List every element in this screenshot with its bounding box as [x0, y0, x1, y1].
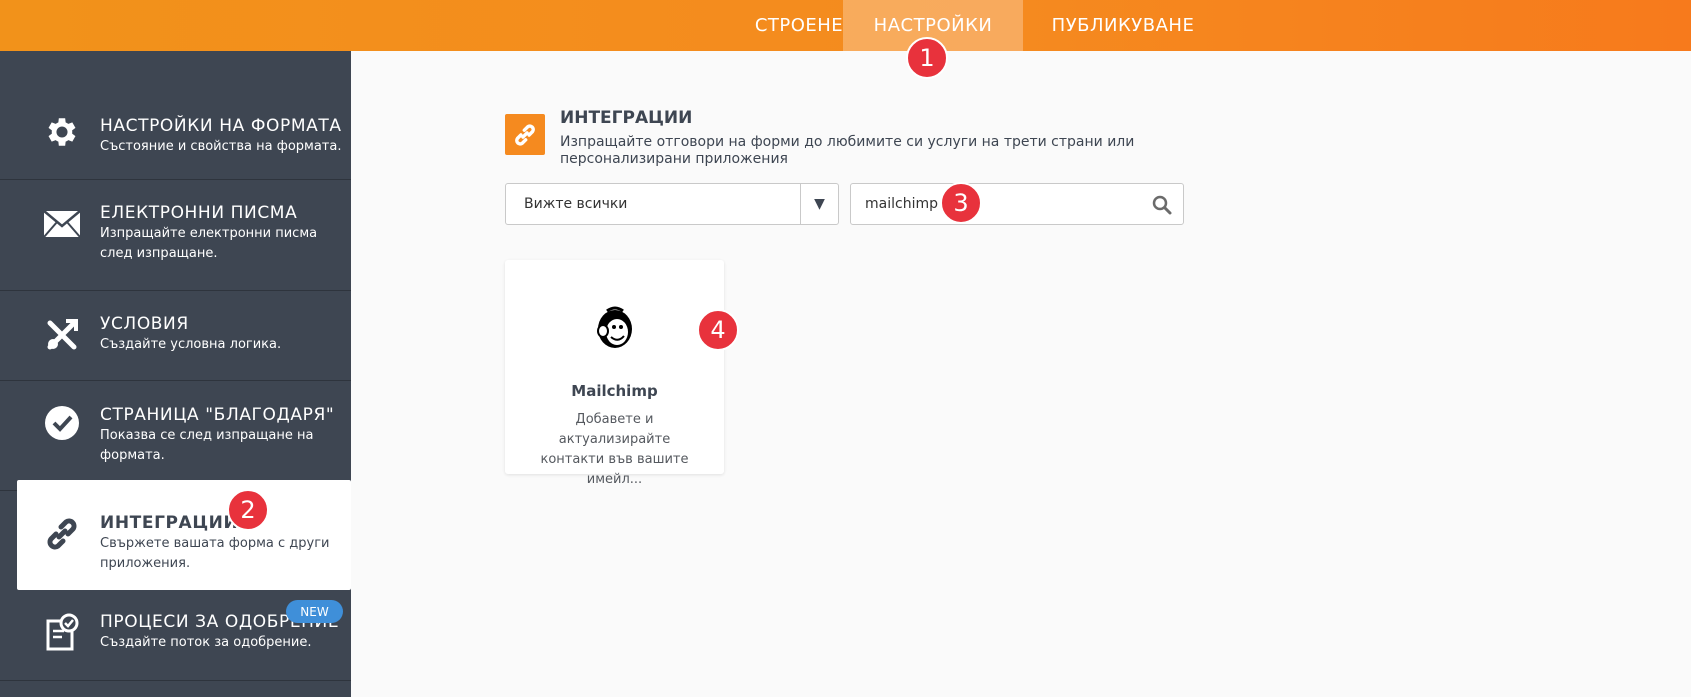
page-description: Изпращайте отговори на форми до любимите… [560, 134, 1135, 167]
annotation-marker-3: 3 [940, 182, 982, 224]
mailchimp-logo-icon [593, 305, 637, 351]
sidebar-item-desc: Състояние и свойства на формата. [100, 139, 342, 154]
select-value: Вижте всички [524, 196, 628, 212]
gear-icon [42, 112, 82, 152]
annotation-marker-4: 4 [697, 309, 739, 351]
approval-icon [42, 612, 82, 652]
annotation-marker-1: 1 [906, 37, 948, 79]
search-input[interactable] [865, 194, 1125, 214]
link-icon [42, 514, 82, 554]
sidebar-item-desc: Показва се след изпращане на формата. [100, 428, 314, 463]
sidebar-item-form-settings[interactable]: НАСТРОЙКИ НА ФОРМАТА Състояние и свойств… [0, 90, 351, 180]
sidebar-item-approval-flows[interactable]: ПРОЦЕСИ ЗА ОДОБРЕНИЕ Създайте поток за о… [0, 590, 351, 681]
dropdown-arrow-icon[interactable]: ▼ [800, 184, 838, 224]
sidebar-item-desc: Изпращайте електронни писма след изпраща… [100, 226, 318, 261]
annotation-marker-2: 2 [227, 489, 269, 531]
conditions-icon [42, 315, 82, 355]
sidebar-item-desc: Създайте условна логика. [100, 337, 282, 352]
settings-sidebar: НАСТРОЙКИ НА ФОРМАТА Състояние и свойств… [0, 51, 351, 697]
category-filter-select[interactable]: Вижте всички ▼ [505, 183, 839, 225]
tab-publish[interactable]: ПУБЛИКУВАНЕ [1023, 0, 1223, 51]
sidebar-item-thank-you-page[interactable]: СТРАНИЦА "БЛАГОДАРЯ" Показва се след изп… [0, 381, 351, 491]
sidebar-item-title: ЕЛЕКТРОННИ ПИСМА [100, 203, 298, 223]
integration-search-field[interactable] [850, 183, 1184, 225]
new-badge: NEW [286, 600, 343, 623]
sidebar-item-desc: Създайте поток за одобрение. [100, 635, 312, 650]
sidebar-item-title: НАСТРОЙКИ НА ФОРМАТА [100, 116, 342, 136]
card-description: Добавете и актуализирайте контакти във в… [540, 412, 689, 487]
sidebar-item-title: СТРАНИЦА "БЛАГОДАРЯ" [100, 405, 335, 425]
sidebar-item-conditions[interactable]: УСЛОВИЯ Създайте условна логика. [0, 291, 351, 381]
check-circle-icon [42, 403, 82, 443]
sidebar-item-desc: Свържете вашата форма с други приложения… [100, 536, 330, 571]
sidebar-item-title: УСЛОВИЯ [100, 314, 189, 334]
envelope-icon [42, 204, 82, 244]
search-icon[interactable] [1151, 194, 1173, 216]
sidebar-item-emails[interactable]: ЕЛЕКТРОННИ ПИСМА Изпращайте електронни п… [0, 180, 351, 291]
sidebar-item-title: ИНТЕГРАЦИИ [100, 513, 239, 533]
card-title: Mailchimp [571, 382, 658, 400]
integrations-link-icon [505, 114, 545, 155]
sidebar-item-integrations[interactable]: ИНТЕГРАЦИИ Свържете вашата форма с други… [17, 480, 351, 590]
top-navigation-bar: СТРОЕНЕ НАСТРОЙКИ ПУБЛИКУВАНЕ [0, 0, 1691, 51]
page-title: ИНТЕГРАЦИИ [560, 108, 693, 128]
integration-card-mailchimp[interactable]: Mailchimp Добавете и актуализирайте конт… [505, 260, 724, 487]
